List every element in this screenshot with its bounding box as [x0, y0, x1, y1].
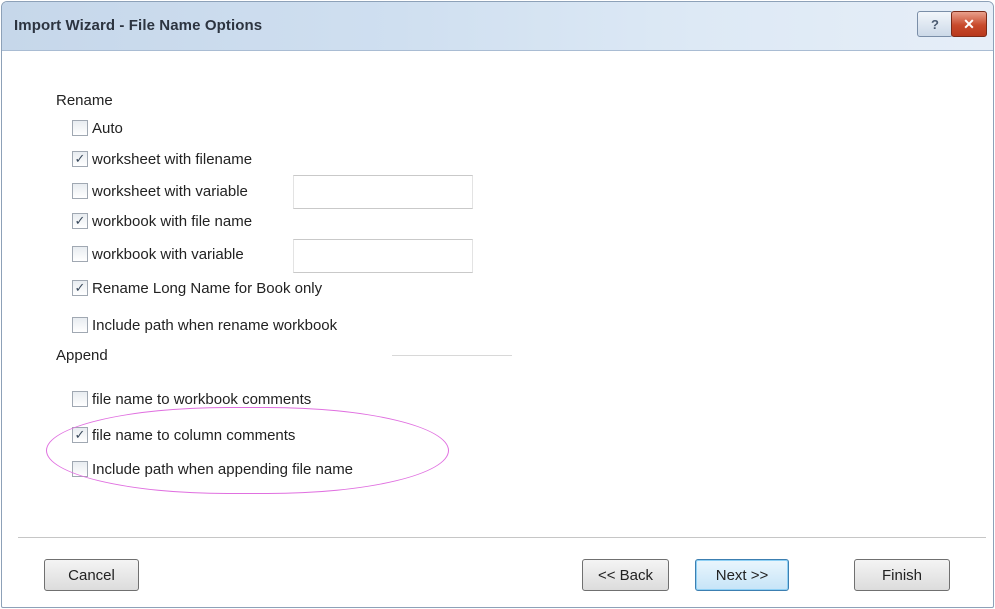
option-label: worksheet with variable [92, 182, 248, 200]
checkbox[interactable] [72, 183, 88, 199]
option-workbook-with-file-name[interactable]: ✓ workbook with file name [72, 210, 252, 232]
checkbox[interactable]: ✓ [72, 213, 88, 229]
title-bar: Import Wizard - File Name Options ? ✕ [2, 2, 993, 51]
section-divider [392, 355, 512, 356]
option-label: worksheet with filename [92, 150, 253, 168]
close-button[interactable]: ✕ [951, 11, 987, 37]
checkbox[interactable]: ✓ [72, 280, 88, 296]
import-wizard-dialog: Import Wizard - File Name Options ? ✕ Re… [1, 1, 994, 608]
dialog-title: Import Wizard - File Name Options [14, 17, 263, 34]
option-auto[interactable]: Auto [72, 117, 123, 139]
option-label: Auto [92, 119, 123, 137]
next-button[interactable]: Next >> [695, 559, 789, 591]
option-worksheet-with-variable[interactable]: worksheet with variable [72, 180, 248, 202]
finish-button[interactable]: Finish [854, 559, 950, 591]
help-button[interactable]: ? [917, 11, 953, 37]
highlight-ellipse [46, 407, 449, 494]
checkbox[interactable] [72, 120, 88, 136]
option-rename-long-name[interactable]: ✓ Rename Long Name for Book only [72, 277, 322, 299]
back-button[interactable]: << Back [582, 559, 669, 591]
checkbox[interactable] [72, 246, 88, 262]
checkbox[interactable] [72, 317, 88, 333]
option-label: file name to workbook comments [92, 390, 312, 408]
workbook-variable-input[interactable] [293, 239, 473, 273]
footer-separator [18, 537, 986, 541]
checkbox[interactable]: ✓ [72, 151, 88, 167]
rename-section-label: Rename [56, 92, 113, 109]
option-label: workbook with variable [92, 245, 244, 263]
option-label: Include path when rename workbook [92, 316, 338, 334]
option-workbook-with-variable[interactable]: workbook with variable [72, 243, 244, 265]
checkbox[interactable] [72, 391, 88, 407]
option-worksheet-with-filename[interactable]: ✓ worksheet with filename [72, 148, 252, 170]
worksheet-variable-input[interactable] [293, 175, 473, 209]
append-section-label: Append [56, 347, 108, 364]
cancel-button[interactable]: Cancel [44, 559, 139, 591]
option-label: Rename Long Name for Book only [92, 279, 323, 297]
option-label: workbook with file name [92, 212, 253, 230]
option-include-path-rename[interactable]: Include path when rename workbook [72, 314, 337, 336]
